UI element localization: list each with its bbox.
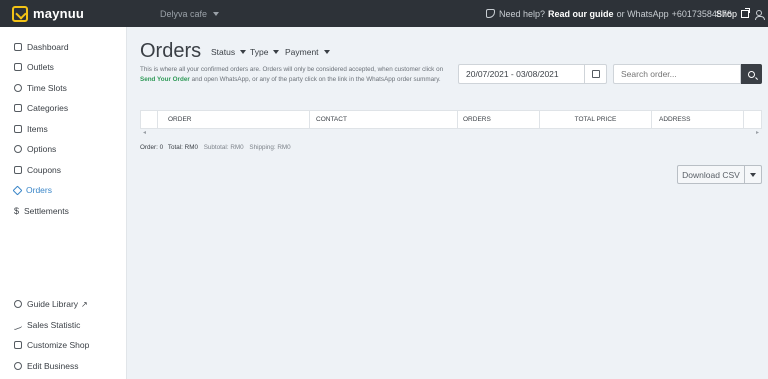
orders-table: ORDER CONTACT ORDERS TOTAL PRICE ADDRESS	[140, 110, 762, 129]
download-csv-button[interactable]: Download CSV	[677, 165, 745, 184]
chevron-down-icon	[323, 50, 330, 54]
date-range-value: 20/07/2021 - 03/08/2021	[466, 69, 559, 79]
sidebar-item-label: Customize Shop	[27, 340, 90, 350]
brush-icon	[14, 341, 22, 349]
logo-icon	[12, 5, 28, 22]
sidebar-item-coupons[interactable]: Coupons	[14, 163, 61, 177]
sidebar-item-label: Guide Library	[27, 299, 79, 309]
chevron-down-icon	[750, 172, 756, 177]
search-button[interactable]	[741, 64, 762, 84]
external-link-icon	[741, 7, 751, 18]
help-or: or WhatsApp	[616, 8, 669, 19]
summary-total: Total: RM0	[167, 144, 198, 151]
logo[interactable]: maynuu	[12, 5, 138, 22]
sidebar-item-settlements[interactable]: $ Settlements	[14, 204, 69, 218]
home-icon	[14, 43, 22, 51]
column-header-order[interactable]: ORDER	[158, 111, 310, 128]
help-text: Need help? Read our guide or WhatsApp +6…	[486, 0, 732, 27]
status-filter[interactable]: Status	[211, 47, 247, 57]
sidebar-item-items[interactable]: Items	[14, 122, 48, 136]
description-highlight: Send Your Order	[140, 75, 190, 83]
whatsapp-icon	[486, 9, 495, 18]
chevron-down-icon	[240, 50, 247, 54]
status-filter-label: Status	[211, 47, 236, 57]
payment-filter[interactable]: Payment	[285, 47, 330, 57]
page-description: This is where all your confirmed orders …	[140, 65, 450, 84]
guide-link[interactable]: Read our guide	[548, 9, 614, 19]
page-title: Orders	[140, 40, 202, 62]
sidebar-item-orders[interactable]: Orders	[12, 183, 52, 197]
sidebar-item-time-slots[interactable]: Time Slots	[14, 81, 67, 95]
sidebar-item-label: Edit Business	[27, 361, 79, 371]
column-header-contact[interactable]: CONTACT	[310, 111, 458, 128]
sidebar-item-categories[interactable]: Categories	[14, 101, 68, 115]
calendar-icon	[591, 70, 600, 78]
order-summary: Order: 0 Total: RM0 Subtotal: RM0 Shippi…	[140, 144, 291, 151]
options-icon	[14, 145, 22, 153]
sidebar-item-label: Categories	[27, 103, 69, 113]
external-link-icon: ↗	[81, 299, 88, 309]
chevron-down-icon	[273, 50, 280, 54]
table-checkbox-column	[141, 111, 158, 128]
sidebar-item-label: Coupons	[27, 165, 62, 175]
summary-order-count: Order: 0	[140, 144, 164, 151]
help-prefix: Need help?	[499, 8, 546, 19]
clock-icon	[14, 84, 22, 92]
search-icon	[748, 70, 755, 78]
description-text: and open WhatsApp, or any of the party c…	[191, 75, 441, 83]
sidebar-item-label: Items	[27, 124, 48, 134]
type-filter-label: Type	[250, 47, 269, 57]
sidebar-item-sales-statistic[interactable]: Sales Statistic	[14, 318, 80, 332]
sidebar-item-label: Outlets	[27, 62, 54, 72]
help-icon	[14, 300, 22, 308]
column-header-orders[interactable]: ORDERS	[458, 111, 540, 128]
description-text: This is where all your confirmed orders …	[140, 66, 444, 73]
calendar-button[interactable]	[584, 65, 606, 83]
sidebar-item-label: Time Slots	[27, 83, 67, 93]
search-input[interactable]	[613, 64, 741, 84]
scroll-left-icon[interactable]: ◂	[143, 129, 146, 136]
user-icon[interactable]	[755, 10, 765, 20]
sidebar-item-customize-shop[interactable]: Customize Shop	[14, 338, 89, 352]
tag-icon	[14, 104, 22, 112]
sidebar-item-outlets[interactable]: Outlets	[14, 60, 54, 74]
chart-line-icon	[14, 319, 22, 331]
cube-icon	[12, 185, 23, 195]
sidebar-item-label: Settlements	[24, 206, 69, 216]
box-icon	[14, 125, 22, 133]
logo-text: maynuu	[33, 6, 85, 21]
shop-name: Delyva cafe	[160, 8, 208, 19]
sidebar: Dashboard Outlets Time Slots Categories …	[0, 27, 127, 379]
dollar-icon: $	[14, 206, 20, 216]
sidebar-item-label: Dashboard	[27, 42, 69, 52]
type-filter[interactable]: Type	[250, 47, 280, 57]
column-header-address[interactable]: ADDRESS	[652, 111, 744, 128]
summary-shipping: Shipping: RM0	[249, 144, 291, 151]
shop-selector[interactable]: Delyva cafe	[160, 8, 220, 19]
column-header-total-price[interactable]: TOTAL PRICE	[540, 111, 652, 128]
sidebar-item-label: Orders	[26, 185, 52, 195]
sidebar-item-edit-business[interactable]: Edit Business	[14, 359, 79, 373]
table-scrollbar[interactable]: ◂ ▸	[140, 129, 762, 136]
scroll-right-icon[interactable]: ▸	[756, 129, 759, 136]
sidebar-item-label: Sales Statistic	[27, 320, 81, 330]
shop-link[interactable]: Shop	[716, 0, 751, 27]
summary-subtotal: Subtotal: RM0	[203, 144, 244, 151]
top-bar: maynuu Delyva cafe Need help? Read our g…	[0, 0, 768, 27]
chevron-down-icon	[213, 11, 220, 16]
shop-link-label: Shop	[716, 8, 738, 19]
sidebar-item-guide-library[interactable]: Guide Library ↗	[14, 297, 88, 311]
date-range-picker[interactable]: 20/07/2021 - 03/08/2021	[458, 64, 607, 84]
sidebar-item-dashboard[interactable]: Dashboard	[14, 40, 69, 54]
coupon-icon	[14, 166, 22, 174]
sidebar-item-options[interactable]: Options	[14, 142, 56, 156]
sidebar-item-label: Options	[27, 144, 57, 154]
gear-icon	[14, 362, 22, 370]
store-icon	[14, 63, 22, 71]
download-options-button[interactable]	[745, 165, 762, 184]
payment-filter-label: Payment	[285, 47, 319, 57]
